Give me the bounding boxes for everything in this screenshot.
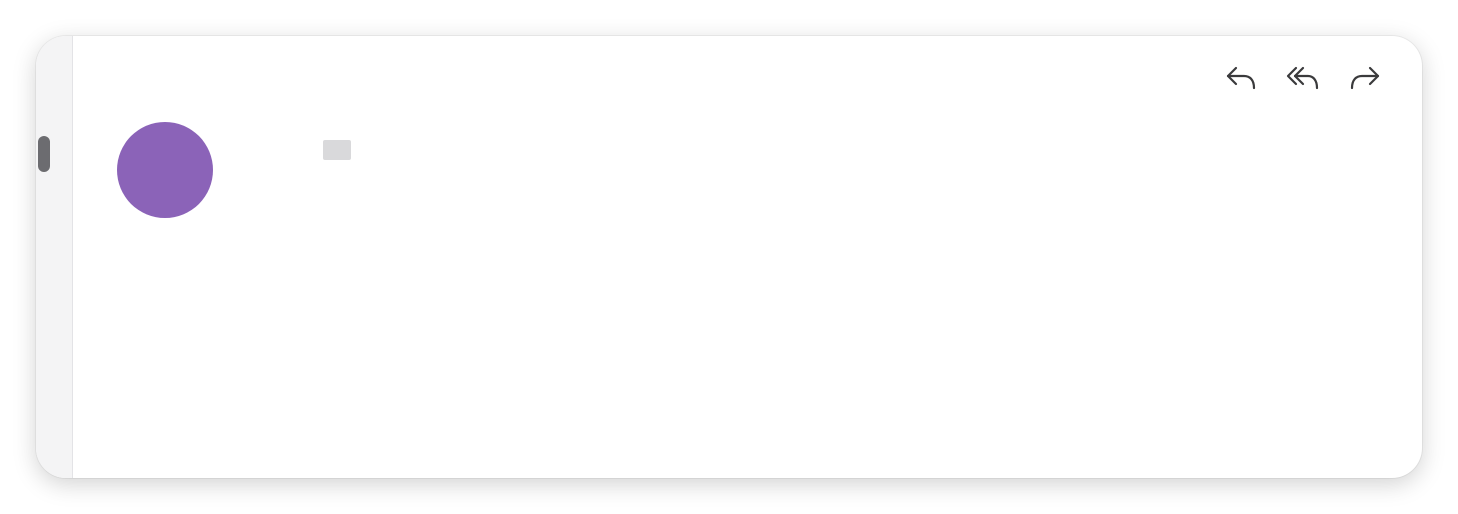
forward-button[interactable] (1348, 64, 1382, 92)
message-header (117, 122, 1388, 218)
reply-all-button[interactable] (1286, 64, 1320, 92)
left-rail (36, 36, 73, 478)
forward-icon (1350, 66, 1380, 90)
recipient-redacted-chip[interactable] (323, 140, 351, 160)
sender-avatar (117, 122, 213, 218)
recipients-row (249, 140, 1388, 160)
message-meta (249, 122, 1388, 160)
message-pane (73, 36, 1422, 478)
reply-all-icon (1286, 66, 1319, 90)
mail-window (36, 36, 1422, 478)
reply-button[interactable] (1224, 64, 1258, 92)
subject-row (117, 64, 1388, 92)
scroll-handle[interactable] (38, 136, 50, 172)
reply-icon (1226, 66, 1256, 90)
screenshot-stage (0, 0, 1458, 514)
message-actions (1224, 64, 1382, 92)
